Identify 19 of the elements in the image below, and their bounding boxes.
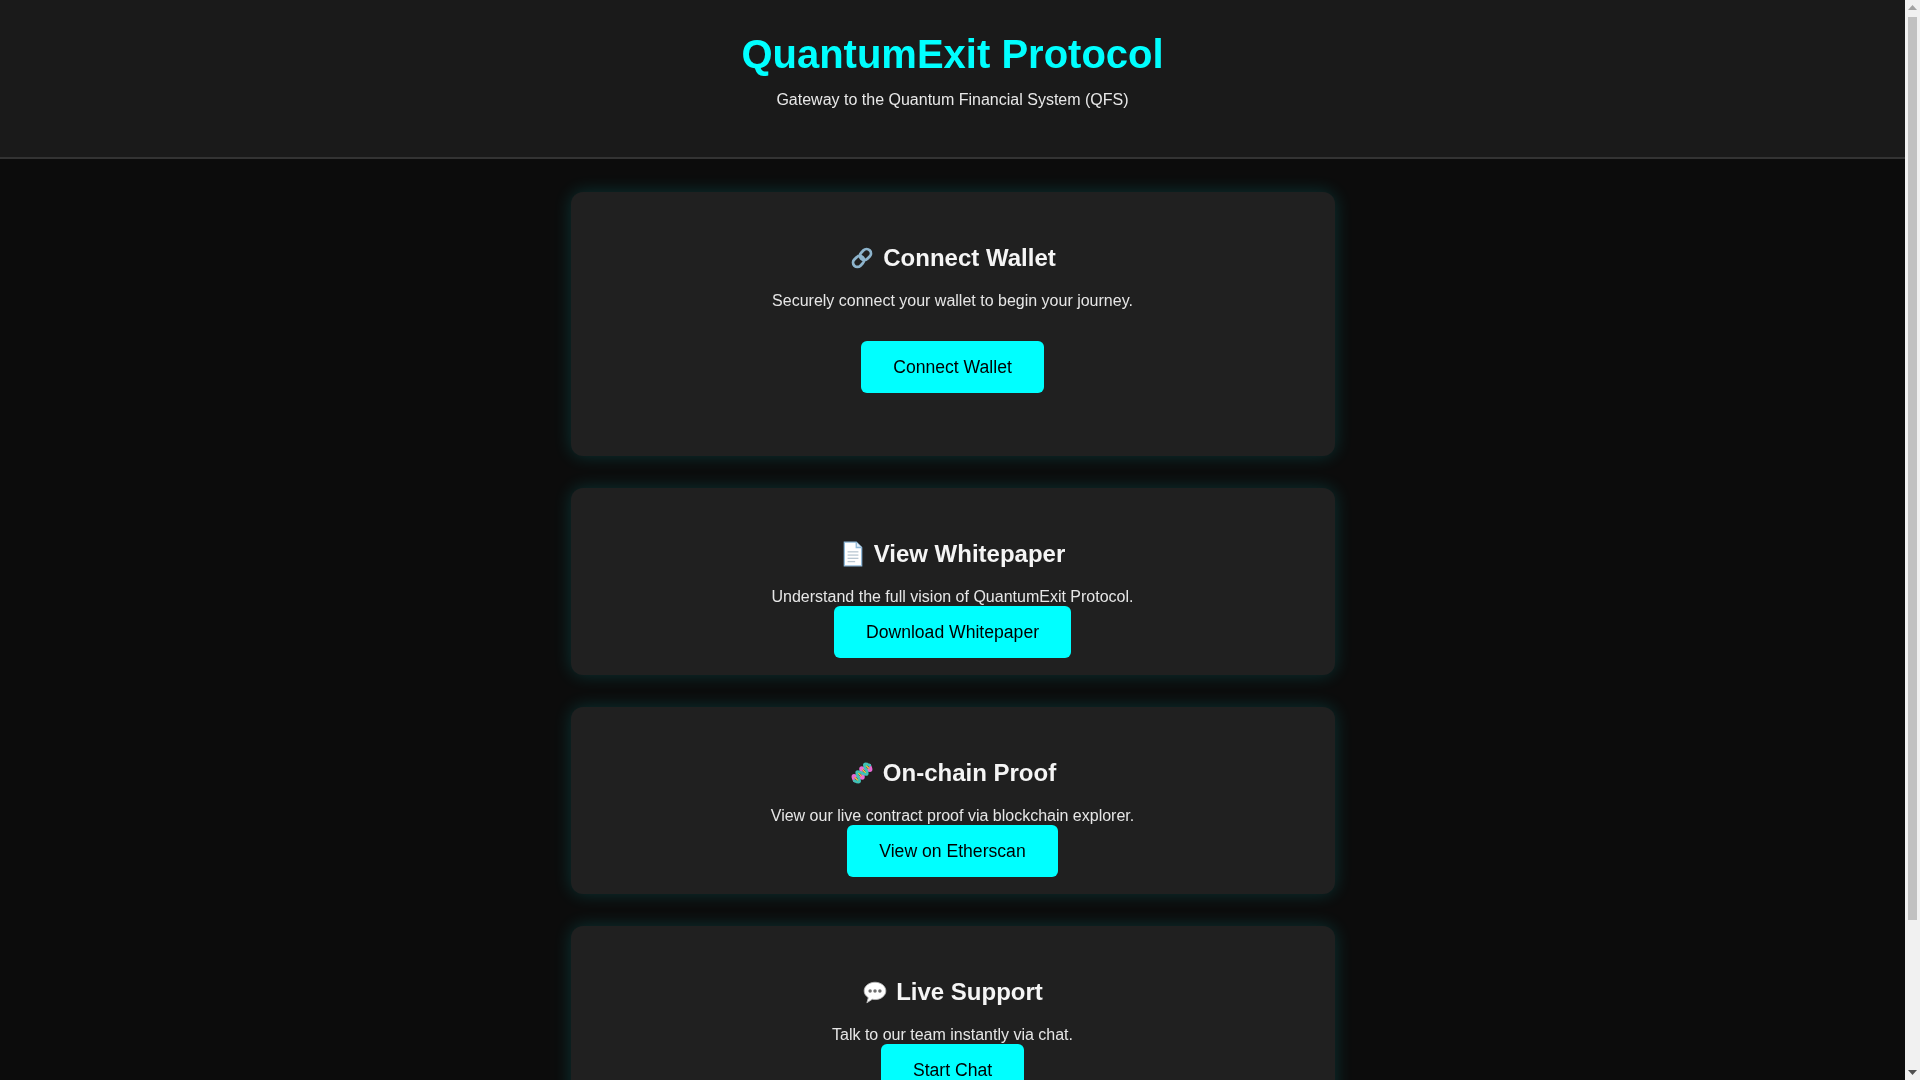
action-button[interactable]: Connect Wallet <box>861 341 1044 393</box>
caret-up-icon[interactable] <box>1908 5 1917 10</box>
scrollbar[interactable] <box>1905 0 1920 1080</box>
card-title: Connect Wallet <box>883 244 1056 272</box>
link-button[interactable]: Download Whitepaper <box>833 606 1072 658</box>
caret-down-icon[interactable] <box>1908 1070 1917 1075</box>
card-description: Securely connect your wallet to begin your journey. <box>772 292 1133 310</box>
scrollbar-thumb[interactable] <box>1908 17 1917 920</box>
site-subtitle: Gateway to the Quantum Financial System (QFS) <box>776 91 1129 109</box>
card-description: Talk to our team instantly via chat. <box>832 1026 1073 1044</box>
link-button[interactable]: Start Chat <box>880 1044 1025 1080</box>
card-title: Live Support <box>896 978 1043 1006</box>
card-description: View our live contract proof via blockchain explorer. <box>770 807 1135 825</box>
speech-bubble-icon <box>862 979 889 1005</box>
card-description: Understand the full vision of QuantumExit Protocol. <box>771 588 1134 606</box>
site-title: QuantumExit Protocol <box>741 31 1164 77</box>
card-title: On-chain Proof <box>882 759 1057 787</box>
link-button[interactable]: View on Etherscan <box>847 825 1058 877</box>
card-title: View Whitepaper <box>873 540 1066 568</box>
